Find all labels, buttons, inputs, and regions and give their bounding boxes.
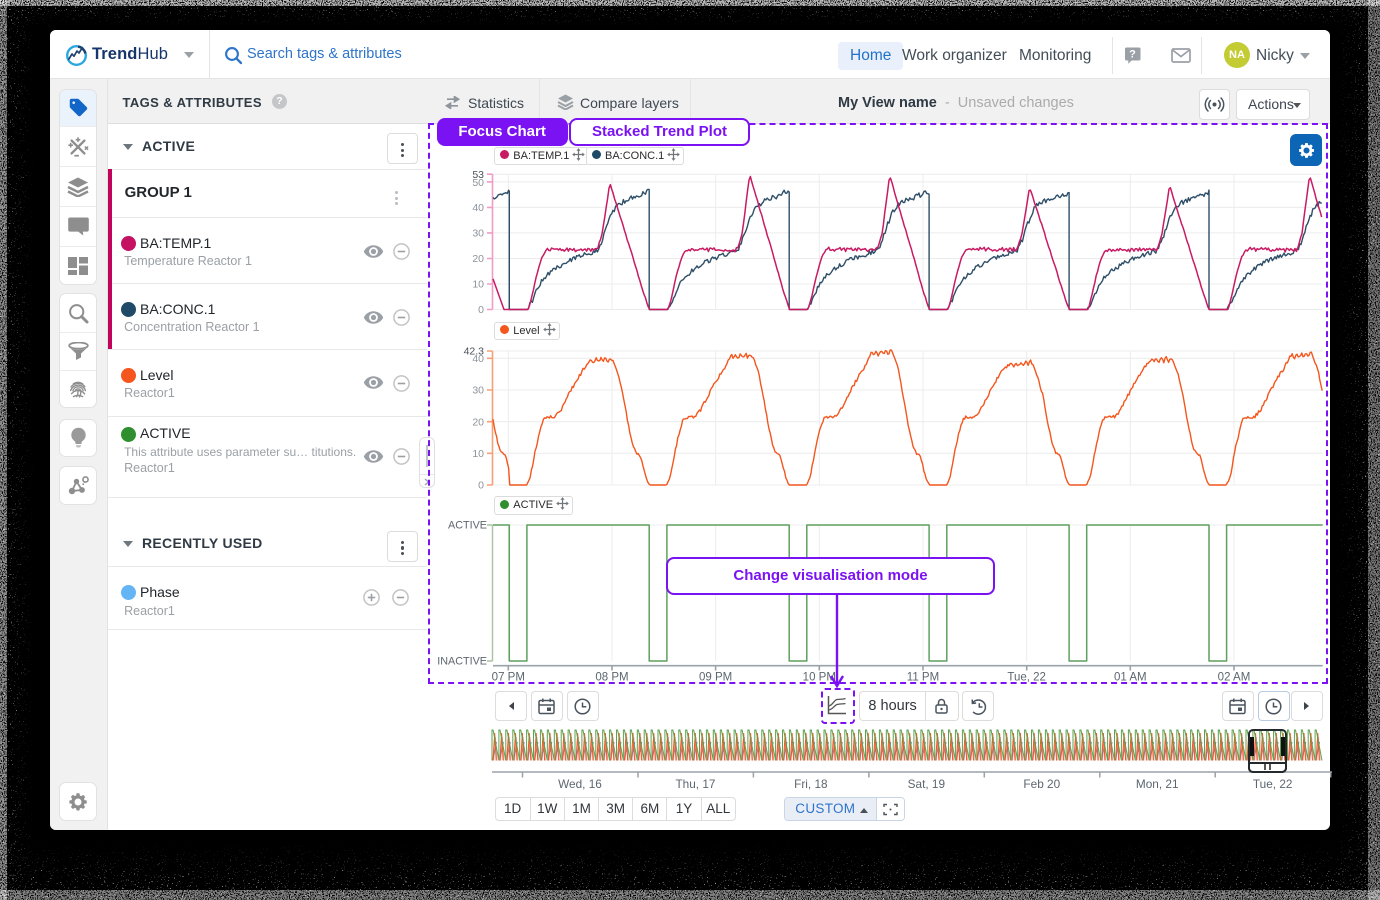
svg-text:?: ? xyxy=(1129,49,1136,61)
